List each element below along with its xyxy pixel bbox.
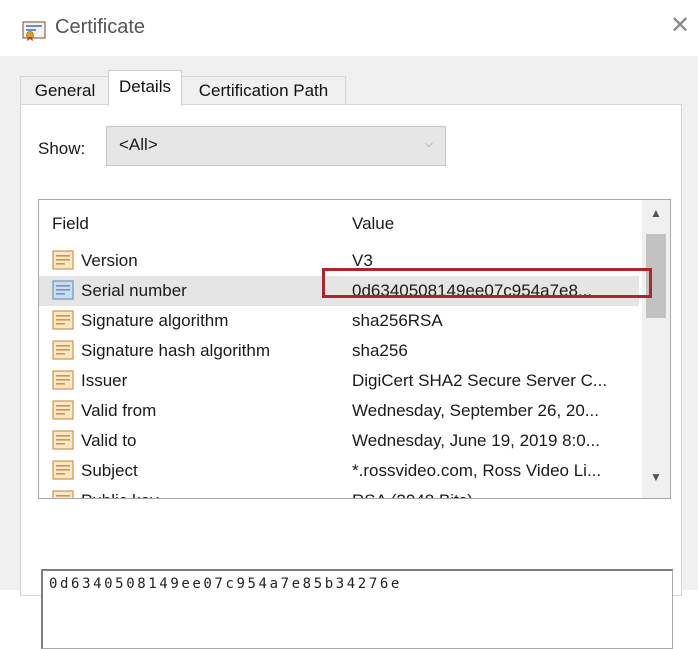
field-name: Valid to (81, 431, 137, 450)
certificate-field-icon (52, 310, 74, 330)
field-name: Version (81, 251, 138, 270)
tab-general[interactable]: General (20, 76, 110, 105)
field-name: Signature hash algorithm (81, 341, 271, 360)
certificate-field-icon (52, 460, 74, 480)
scrollbar-thumb[interactable] (646, 234, 666, 318)
vertical-scrollbar[interactable]: ▲ ▼ (642, 200, 670, 498)
close-icon[interactable]: ✕ (668, 14, 692, 38)
scroll-down-icon[interactable]: ▼ (642, 470, 670, 484)
field-name: Public key (81, 491, 158, 498)
certificate-field-icon (52, 430, 74, 450)
list-item[interactable]: Subject *.rossvideo.com, Ross Video Li... (39, 456, 639, 486)
window-title: Certificate (55, 16, 146, 38)
field-value: sha256 (352, 341, 408, 360)
list-item[interactable]: Serial number 0d6340508149ee07c954a7e8... (39, 276, 639, 306)
certificate-field-icon (52, 340, 74, 360)
certificate-icon (22, 21, 46, 41)
field-value-box[interactable]: 0d6340508149ee07c954a7e85b34276e (41, 569, 673, 649)
field-value: DigiCert SHA2 Secure Server C... (352, 371, 608, 390)
field-value: Wednesday, September 26, 20... (352, 401, 599, 420)
certificate-field-icon (52, 250, 74, 270)
list-header: Field Value (39, 200, 639, 246)
list-item[interactable]: Signature algorithm sha256RSA (39, 306, 639, 336)
list-item[interactable]: Version V3 (39, 246, 639, 276)
certificate-field-icon (52, 400, 74, 420)
certificate-dialog: General Details Certification Path Show:… (0, 56, 698, 649)
field-column-header[interactable]: Field (52, 214, 89, 234)
details-page: Show: <All> ⌵ Field Value Version V3 Seria… (20, 104, 682, 649)
show-dropdown-value: <All> (119, 135, 158, 154)
show-label: Show: (38, 139, 86, 158)
list-item[interactable]: Issuer DigiCert SHA2 Secure Server C... (39, 366, 639, 396)
field-name: Valid from (81, 401, 157, 420)
field-value: *.rossvideo.com, Ross Video Li... (352, 461, 602, 480)
field-value: sha256RSA (352, 311, 443, 330)
fields-list[interactable]: Field Value Version V3 Serial number 0d6340… (38, 199, 671, 499)
field-name: Subject (81, 461, 138, 480)
field-name: Issuer (81, 371, 128, 390)
field-name: Signature algorithm (81, 311, 229, 330)
list-item[interactable]: Signature hash algorithm sha256 (39, 336, 639, 366)
tab-details[interactable]: Details (108, 70, 182, 106)
field-name: Serial number (81, 281, 187, 300)
show-dropdown[interactable]: <All> ⌵ (106, 126, 446, 166)
chevron-down-icon: ⌵ (424, 138, 433, 150)
certificate-field-icon (52, 490, 74, 498)
field-value: V3 (352, 251, 373, 270)
value-column-header[interactable]: Value (352, 214, 394, 234)
field-value: 0d6340508149ee07c954a7e8... (352, 281, 593, 300)
list-item[interactable]: Valid to Wednesday, June 19, 2019 8:0... (39, 426, 639, 456)
field-value: RSA (2048 Bits) (352, 491, 473, 498)
scroll-up-icon[interactable]: ▲ (642, 206, 670, 220)
certificate-field-icon (52, 370, 74, 390)
title-bar: Certificate ✕ (0, 0, 698, 56)
list-item[interactable]: Valid from Wednesday, September 26, 20... (39, 396, 639, 426)
certificate-field-icon (52, 280, 74, 300)
field-value: Wednesday, June 19, 2019 8:0... (352, 431, 600, 450)
list-item[interactable]: Public key RSA (2048 Bits) (39, 486, 639, 498)
tab-certification-path[interactable]: Certification Path (181, 76, 346, 105)
